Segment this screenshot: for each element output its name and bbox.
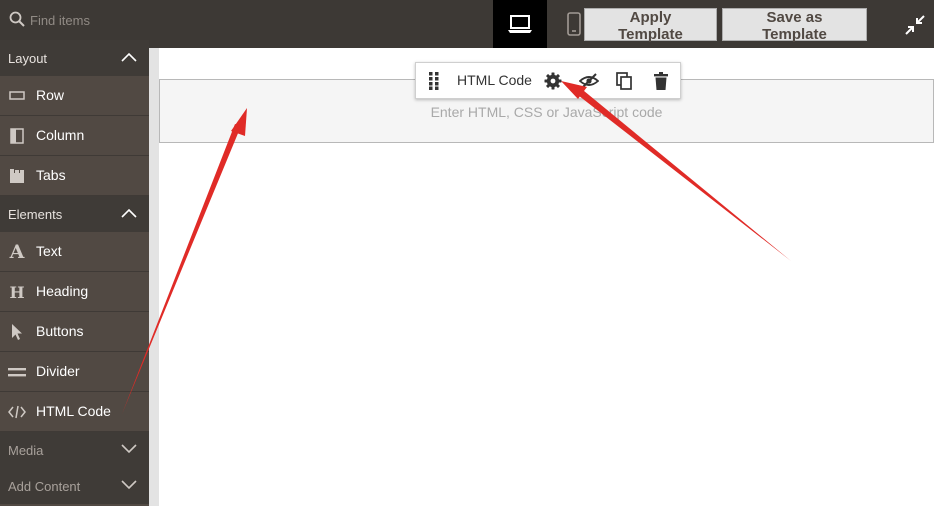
row-icon	[8, 87, 26, 105]
column-icon	[8, 127, 26, 145]
sidebar-item-tabs[interactable]: Tabs	[0, 156, 149, 196]
html-code-placeholder: Enter HTML, CSS or JavaScript code	[430, 104, 663, 120]
save-template-button[interactable]: Save as Template	[722, 8, 867, 43]
sidebar-item-label: Column	[36, 127, 85, 143]
group-elements-header[interactable]: Elements	[0, 196, 149, 232]
toolbar-title: HTML Code	[457, 72, 532, 88]
sidebar-item-heading[interactable]: H Heading	[0, 272, 149, 312]
gear-icon[interactable]	[543, 71, 563, 91]
text-icon: A	[9, 241, 25, 263]
stage-canvas: Enter HTML, CSS or JavaScript code HTML …	[159, 48, 934, 506]
sidebar-item-text[interactable]: A Text	[0, 232, 149, 272]
collapse-icon[interactable]	[904, 14, 926, 36]
group-label: Media	[8, 442, 44, 458]
cursor-icon	[8, 323, 26, 341]
sidebar-item-divider[interactable]: Divider	[0, 352, 149, 392]
group-media-header[interactable]: Media	[0, 432, 149, 468]
search-input[interactable]	[30, 10, 145, 30]
sidebar-item-column[interactable]: Column	[0, 116, 149, 156]
sidebar-item-buttons[interactable]: Buttons	[0, 312, 149, 352]
element-toolbar: HTML Code	[415, 62, 681, 99]
sidebar-item-label: Buttons	[36, 323, 84, 339]
mobile-icon	[567, 12, 581, 36]
sidebar-panel: Layout Row Column Tabs Elements A Text H…	[0, 40, 149, 506]
sidebar-item-row[interactable]: Row	[0, 76, 149, 116]
group-label: Add Content	[8, 478, 81, 494]
group-add-content-header[interactable]: Add Content	[0, 468, 149, 504]
tabs-icon	[8, 167, 26, 185]
chevron-up-icon	[121, 52, 137, 62]
divider-icon	[8, 363, 26, 381]
duplicate-icon[interactable]	[614, 71, 634, 91]
code-icon	[8, 403, 26, 421]
sidebar-scrollbar[interactable]	[149, 48, 159, 506]
chevron-down-icon	[121, 480, 137, 490]
sidebar-item-label: Row	[36, 87, 65, 103]
apply-template-button[interactable]: Apply Template	[584, 8, 717, 43]
group-layout-header[interactable]: Layout	[0, 40, 149, 76]
mobile-view-button[interactable]	[563, 10, 585, 38]
laptop-icon	[508, 15, 532, 33]
heading-icon: H	[9, 282, 25, 302]
sidebar-item-label: Divider	[36, 363, 80, 379]
sidebar-item-label: HTML Code	[36, 403, 111, 419]
group-label: Elements	[8, 206, 63, 222]
sidebar-item-label: Heading	[36, 283, 89, 299]
search-box	[0, 0, 149, 40]
sidebar-item-html-code[interactable]: HTML Code	[0, 392, 149, 432]
sidebar-item-label: Text	[36, 243, 62, 259]
drag-handle-icon[interactable]	[428, 71, 440, 91]
chevron-down-icon	[121, 444, 137, 454]
trash-icon[interactable]	[651, 71, 671, 91]
desktop-view-button[interactable]	[493, 0, 547, 48]
group-label: Layout	[8, 50, 48, 66]
sidebar-item-label: Tabs	[36, 167, 66, 183]
search-icon	[9, 11, 25, 27]
chevron-up-icon	[121, 208, 137, 218]
hide-icon[interactable]	[578, 71, 600, 91]
